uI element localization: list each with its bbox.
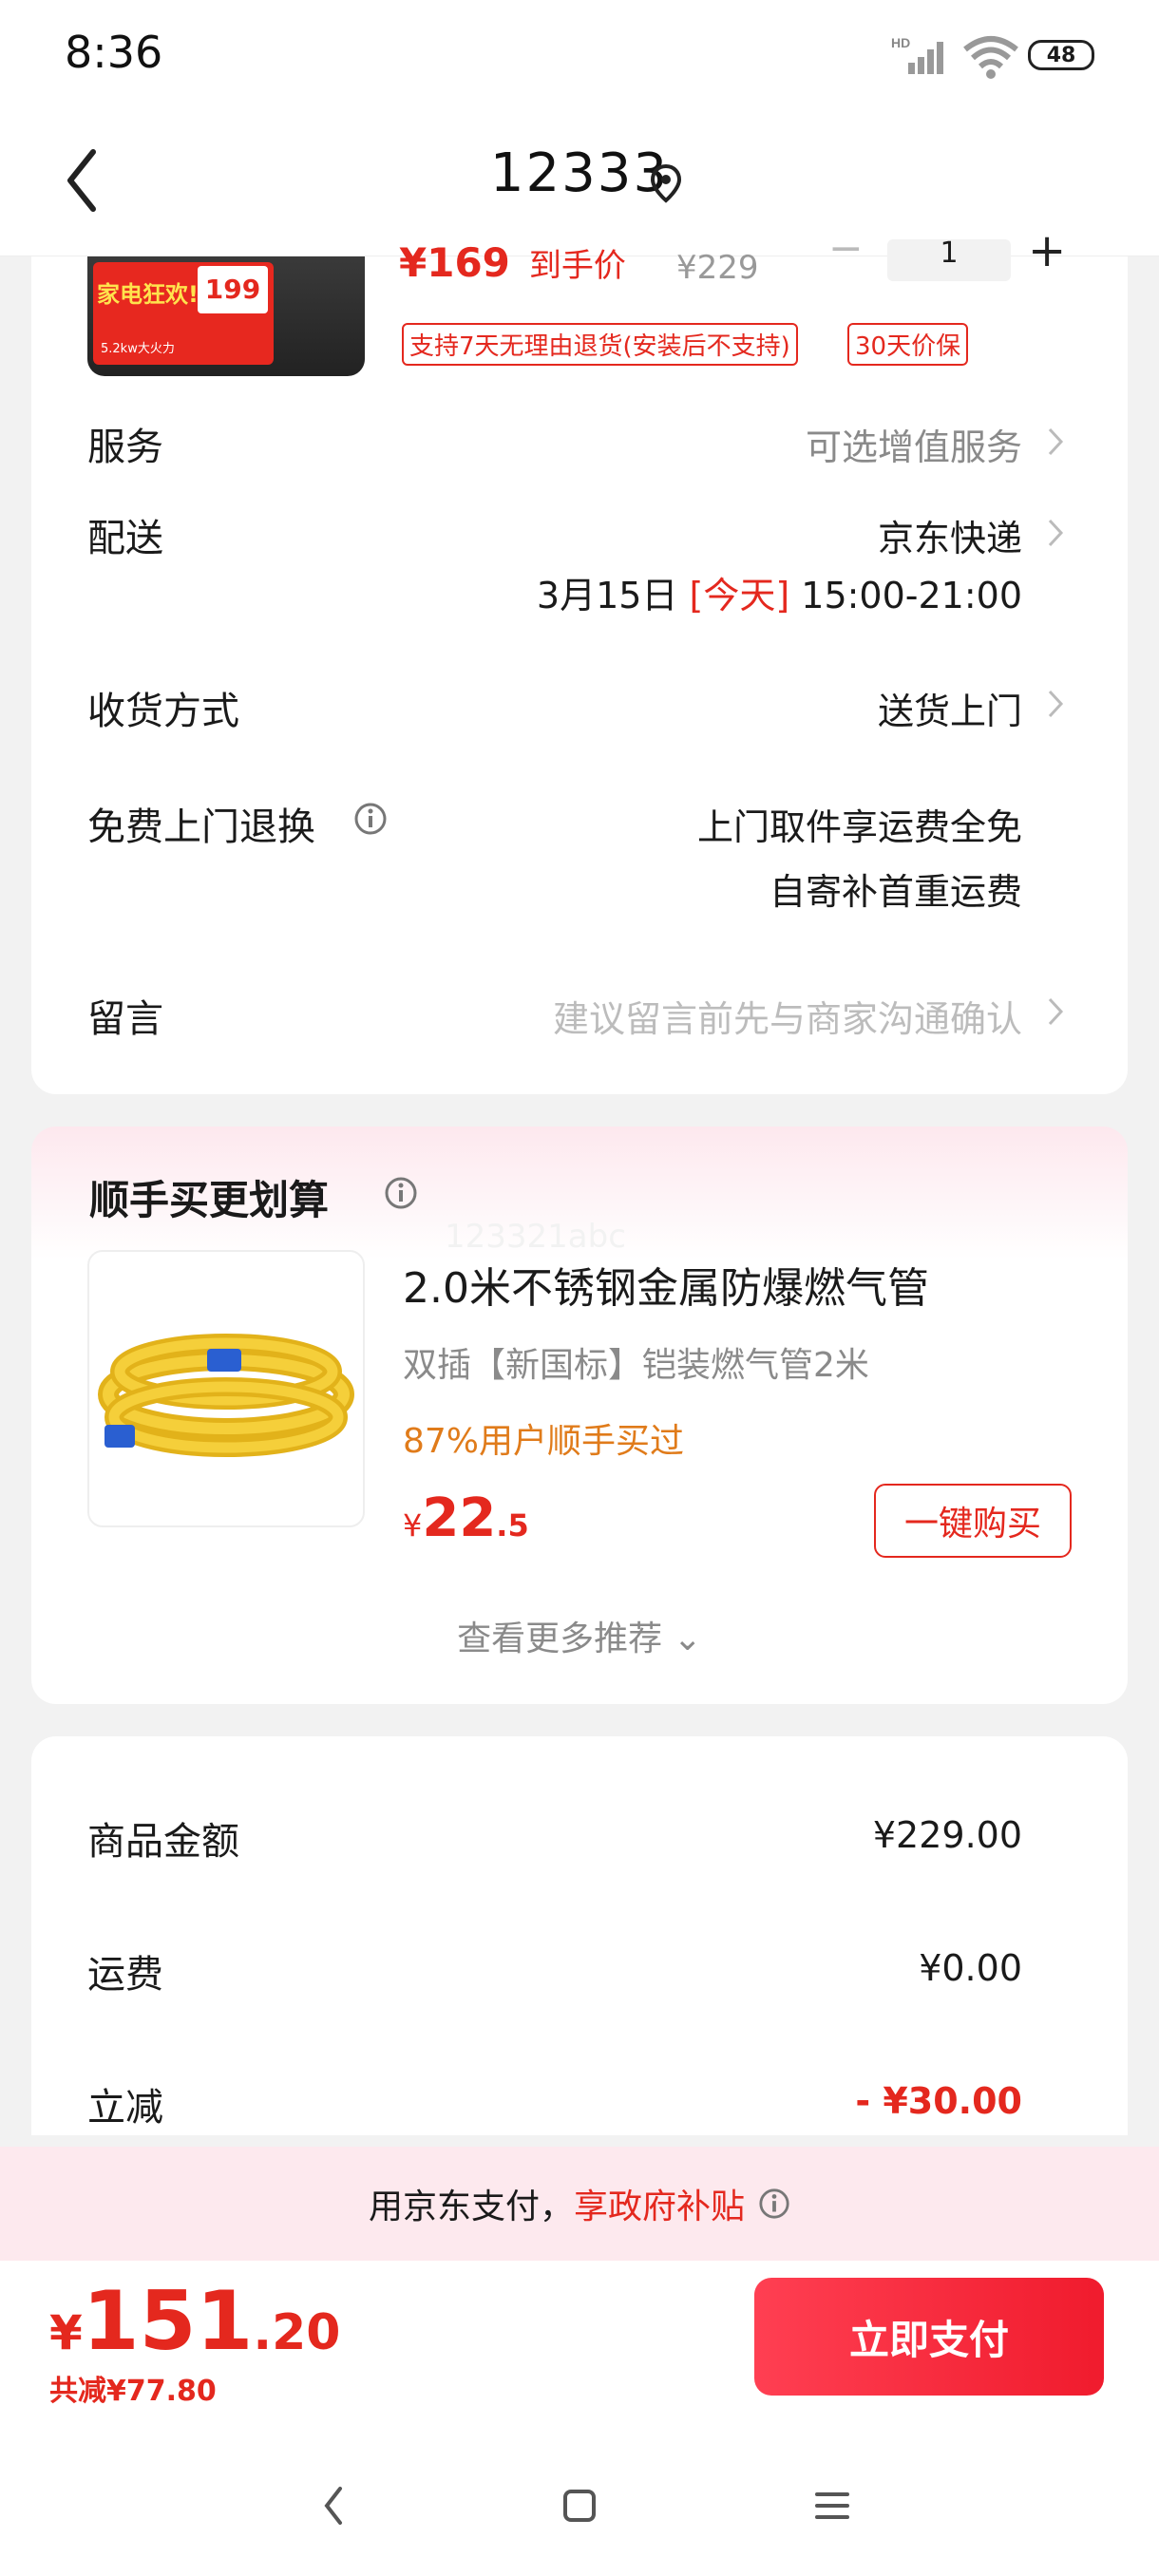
chevron-down-icon: ⌄ [673,1619,702,1658]
network-type: HD [891,35,910,50]
receive-method-label: 收货方式 [87,690,239,733]
status-time: 8:36 [65,27,163,78]
quick-buy-button[interactable]: 一键购买 [874,1484,1072,1558]
recommend-title: 顺手买更划算 [89,1177,330,1223]
discount-value: - ¥30.00 [855,2080,1022,2122]
original-price: ¥229 [676,249,759,287]
info-icon[interactable] [353,802,388,836]
chevron-right-icon[interactable] [1045,426,1066,458]
total-price: ¥151.20 [49,2274,341,2369]
delivery-time: 3月15日 [今天] 15:00-21:00 [536,575,1022,616]
free-return-line1: 上门取件享运费全免 [696,806,1022,848]
chevron-right-icon[interactable] [1045,688,1066,720]
free-return-label: 免费上门退换 [87,805,315,849]
wifi-icon [963,36,1018,79]
info-icon[interactable] [758,2188,790,2220]
recommend-product-image[interactable] [87,1250,365,1527]
receive-method-value[interactable]: 送货上门 [878,682,1022,734]
product-thumbnail[interactable]: 家电狂欢! 199 5.2kw大火力 [87,256,365,376]
gas-hose-icon [98,1334,354,1457]
chevron-right-icon[interactable] [1045,995,1066,1028]
price-summary-card [31,1736,1128,2135]
freight-label: 运费 [87,1953,163,1997]
minus-icon[interactable]: − [828,228,866,270]
chevron-right-icon[interactable] [1045,517,1066,549]
subsidy-banner[interactable]: 用京东支付， 享政府补贴 [0,2147,1159,2261]
order-options-card [31,256,1128,1094]
subsidy-highlight: 享政府补贴 [574,2188,746,2226]
recommend-item-price: ¥22.5 [403,1487,529,1549]
total-saved: 共减¥77.80 [49,2375,217,2408]
return-policy-badge: 支持7天无理由退货(安装后不支持) [402,323,798,366]
quantity-stepper[interactable]: − 1 + [828,228,1151,287]
signal-icon: HD [891,35,943,74]
system-back-icon[interactable] [319,2483,348,2529]
goods-amount-label: 商品金额 [87,1820,239,1864]
system-menu-icon[interactable] [813,2489,851,2523]
thumb-price-text: 199 [198,266,268,313]
delivery-value[interactable]: 京东快递 [878,509,1022,561]
watermark-text: 123321abc [445,1218,626,1256]
freight-value: ¥0.00 [919,1947,1022,1989]
recommend-item-subtitle: 双插【新国标】铠装燃气管2米 [403,1346,869,1385]
recommend-item-stat: 87%用户顺手买过 [403,1422,685,1461]
discount-label: 立减 [87,2086,163,2130]
thumb-power-text: 5.2kw大火力 [101,342,175,356]
thumb-promo-text: 家电狂欢! [97,281,199,308]
message-input[interactable]: 建议留言前先与商家沟通确认 [553,990,1022,1042]
service-value[interactable]: 可选增值服务 [806,418,1022,470]
message-label: 留言 [87,997,163,1041]
system-home-icon[interactable] [562,2489,597,2523]
plus-icon[interactable]: + [1028,228,1066,274]
goods-amount-value: ¥229.00 [872,1814,1022,1856]
today-tag: [今天] [689,575,790,616]
recommend-item-title[interactable]: 2.0米不锈钢金属防爆燃气管 [403,1254,929,1315]
battery-level: 48 [1046,43,1076,67]
price-protect-badge: 30天价保 [847,323,969,366]
info-icon[interactable] [384,1176,418,1210]
delivery-label: 配送 [87,517,163,560]
price-tag: 到手价 [528,247,626,285]
pay-now-button[interactable]: 立即支付 [754,2278,1104,2396]
quantity-value[interactable]: 1 [887,239,1011,281]
product-price: ¥169 到手价 [399,239,626,286]
subsidy-prefix: 用京东支付， [368,2188,574,2226]
free-return-line2: 自寄补首重运费 [769,871,1022,913]
location-pin-icon[interactable] [650,163,682,203]
page-title: 12333 [489,142,670,204]
see-more-recommend[interactable]: 查看更多推荐 ⌄ [0,1611,1159,1660]
service-label: 服务 [87,426,163,469]
battery-icon: 48 [1028,40,1094,70]
